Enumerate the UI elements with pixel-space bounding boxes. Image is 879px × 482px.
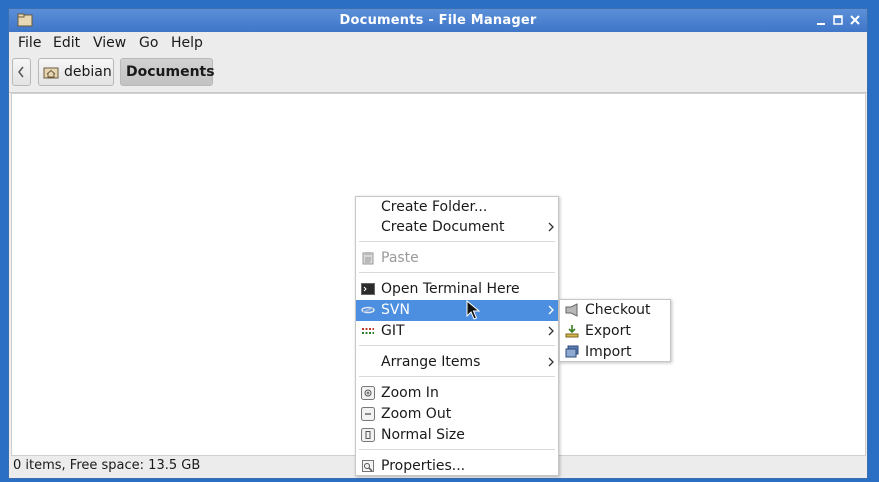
chevron-right-icon (548, 357, 554, 367)
menu-edit[interactable]: Edit (53, 35, 80, 51)
context-menu: Create Folder... Create Document Paste O… (355, 196, 559, 476)
menu-item-label: Export (585, 323, 631, 339)
menu-item-label: Zoom Out (381, 406, 452, 422)
menu-separator (359, 449, 555, 450)
menu-go[interactable]: Go (139, 35, 158, 51)
chevron-left-icon (18, 66, 24, 78)
menu-item-label: Open Terminal Here (381, 281, 520, 297)
menu-separator (359, 272, 555, 273)
menu-item-paste: Paste (356, 248, 558, 269)
menu-help[interactable]: Help (171, 35, 203, 51)
menu-item-label: Create Document (381, 219, 505, 235)
menu-item-create-document[interactable]: Create Document (356, 217, 558, 238)
home-folder-icon (43, 67, 59, 79)
menu-separator (359, 345, 555, 346)
menu-item-label: Paste (381, 250, 419, 266)
terminal-icon (361, 283, 375, 295)
menu-item-label: GIT (381, 323, 405, 339)
mouse-cursor-icon (466, 300, 480, 320)
zoom-out-icon (361, 407, 375, 421)
menu-item-label: Create Folder... (381, 199, 488, 215)
svn-icon (361, 306, 375, 314)
chevron-right-icon (548, 326, 554, 336)
zoom-normal-icon (361, 428, 375, 442)
export-icon (565, 325, 579, 338)
submenu-item-export[interactable]: Export (560, 321, 670, 342)
zoom-in-icon (361, 386, 375, 400)
crumb-documents[interactable]: Documents (120, 58, 215, 86)
crumb-home[interactable]: debian (38, 58, 114, 86)
close-icon[interactable] (847, 12, 863, 28)
title-bar[interactable]: Documents - File Manager (9, 9, 867, 32)
menu-separator (359, 376, 555, 377)
menu-item-label: Import (585, 344, 632, 360)
menu-item-properties[interactable]: Properties... (356, 456, 558, 477)
menu-item-open-terminal[interactable]: Open Terminal Here (356, 279, 558, 300)
menu-item-zoom-out[interactable]: Zoom Out (356, 404, 558, 425)
menu-item-label: Arrange Items (381, 354, 481, 370)
menu-file[interactable]: File (18, 35, 41, 51)
menu-item-label: Properties... (381, 458, 466, 474)
menu-item-zoom-in[interactable]: Zoom In (356, 383, 558, 404)
menu-separator (359, 241, 555, 242)
path-bar: debian Documents (9, 54, 867, 93)
menu-item-git[interactable]: GIT (356, 321, 558, 342)
menu-item-create-folder[interactable]: Create Folder... (356, 197, 558, 218)
window-title: Documents - File Manager (339, 13, 537, 28)
submenu-item-checkout[interactable]: Checkout (560, 300, 670, 321)
maximize-icon[interactable] (830, 12, 846, 28)
menu-item-svn[interactable]: SVN (356, 300, 558, 321)
menu-item-label: Normal Size (381, 427, 465, 443)
menu-item-label: Checkout (585, 302, 651, 318)
git-icon (362, 328, 374, 334)
menu-view[interactable]: View (93, 35, 126, 51)
paste-icon (362, 252, 374, 265)
import-icon (565, 345, 579, 358)
status-text: 0 items, Free space: 13.5 GB (13, 458, 201, 473)
properties-icon (362, 460, 374, 472)
chevron-right-icon (548, 305, 554, 315)
checkout-icon (565, 303, 578, 317)
minimize-icon[interactable] (813, 12, 829, 28)
crumb-home-label: debian (64, 64, 112, 80)
back-button[interactable] (12, 58, 31, 86)
menu-item-label: SVN (381, 302, 410, 318)
submenu-item-import[interactable]: Import (560, 342, 670, 363)
menu-item-normal-size[interactable]: Normal Size (356, 425, 558, 446)
menu-item-arrange-items[interactable]: Arrange Items (356, 352, 558, 373)
svn-submenu: Checkout Export Import (559, 299, 671, 362)
chevron-right-icon (548, 222, 554, 232)
crumb-documents-label: Documents (126, 64, 215, 80)
menu-bar: File Edit View Go Help (9, 32, 867, 54)
menu-item-label: Zoom In (381, 385, 439, 401)
